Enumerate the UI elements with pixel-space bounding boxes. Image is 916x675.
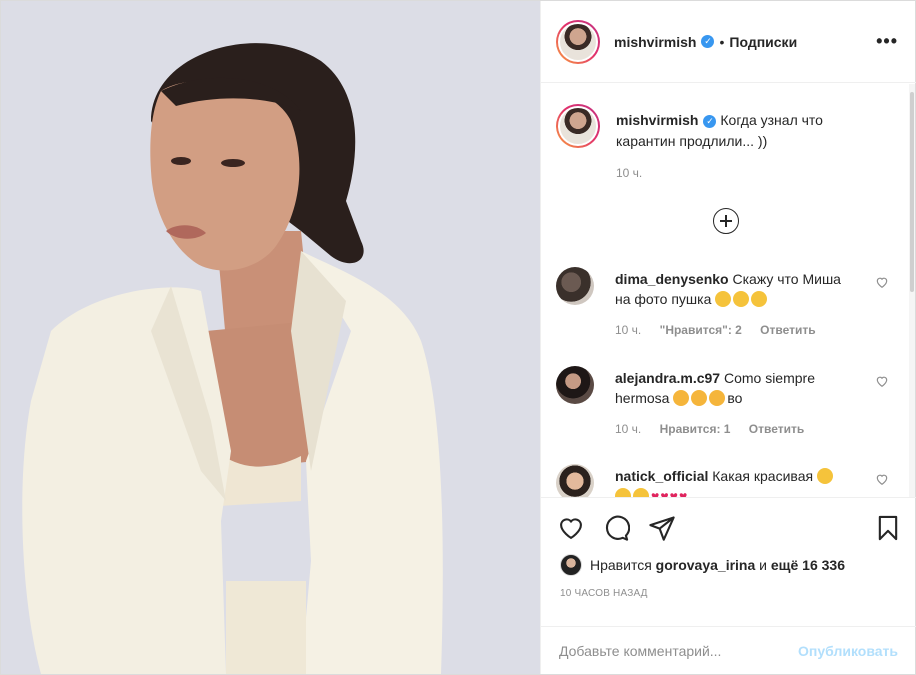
commenter-avatar[interactable] — [556, 464, 594, 497]
comment-likes[interactable]: "Нравится": 2 — [660, 323, 742, 337]
add-comment-bar: Опубликовать — [541, 626, 916, 674]
likes-summary: Нравится gorovaya_irina и ещё 16 336 — [560, 554, 845, 576]
more-options-icon[interactable]: ••• — [876, 32, 898, 50]
commenter-username[interactable]: natick_official — [615, 468, 708, 484]
heart-eyes-emoji-icon — [615, 488, 631, 497]
red-heart-icon: ♥ — [678, 488, 688, 497]
comment-input[interactable] — [559, 642, 799, 659]
comment-time[interactable]: 10 ч. — [615, 422, 641, 436]
commenter-avatar[interactable] — [556, 366, 594, 404]
comment-like-heart-icon[interactable] — [875, 374, 889, 388]
comment-like-heart-icon[interactable] — [875, 472, 889, 486]
posted-time[interactable]: 10 часов назад — [560, 588, 648, 599]
likes-conjunction: и — [759, 557, 767, 573]
post-side-panel: mishvirmish ✓ • Подписки ••• mishvirmish… — [540, 1, 916, 674]
reply-button[interactable]: Ответить — [749, 422, 804, 436]
comments-list[interactable]: mishvirmish ✓ Когда узнал что карантин пр… — [541, 84, 916, 497]
kissing-emoji-icon — [691, 390, 708, 406]
portrait-illustration — [1, 1, 540, 674]
kissing-emoji-icon — [673, 390, 690, 406]
verified-badge-icon: ✓ — [703, 114, 717, 128]
comment-text: alejandra.m.c97 Como siempre hermosa во — [615, 368, 845, 408]
caption-username[interactable]: mishvirmish — [616, 112, 698, 128]
red-heart-icon: ♥ — [651, 488, 660, 497]
scrollbar-thumb[interactable] — [910, 92, 914, 292]
publish-button[interactable]: Опубликовать — [798, 643, 898, 659]
heart-eyes-emoji-icon — [633, 488, 649, 497]
caption-avatar[interactable] — [556, 104, 600, 148]
author-username[interactable]: mishvirmish — [614, 34, 696, 50]
comment-likes[interactable]: Нравится: 1 — [660, 422, 731, 436]
reply-button[interactable]: Ответить — [760, 323, 815, 337]
comment-text: dima_denysenko Скажу что Миша на фото пу… — [615, 269, 845, 309]
caption-time[interactable]: 10 ч. — [616, 166, 642, 180]
neutral-emoji-icon — [751, 291, 768, 307]
post-photo[interactable] — [1, 1, 540, 674]
save-bookmark-icon[interactable] — [874, 514, 902, 542]
comment-time[interactable]: 10 ч. — [615, 323, 641, 337]
red-heart-icon: ♥ — [660, 488, 669, 497]
comment-like-heart-icon[interactable] — [875, 275, 889, 289]
likes-prefix: Нравится — [590, 557, 652, 573]
commenter-username[interactable]: alejandra.m.c97 — [615, 370, 720, 386]
follow-state-button[interactable]: Подписки — [729, 34, 797, 50]
caption-text: mishvirmish ✓ Когда узнал что карантин пр… — [616, 110, 876, 152]
liker-avatar[interactable] — [560, 554, 582, 576]
comment-body: Какая красивая — [712, 468, 814, 484]
comment-body-suffix: во — [727, 390, 743, 406]
instagram-post: mishvirmish ✓ • Подписки ••• mishvirmish… — [0, 0, 916, 675]
kissing-emoji-icon — [709, 390, 726, 406]
comment-text: natick_official Какая красивая ♥♥♥♥ — [615, 466, 845, 497]
separator-dot: • — [719, 33, 725, 50]
verified-badge-icon: ✓ — [701, 35, 715, 48]
winking-emoji-icon — [733, 291, 750, 307]
load-more-comments-icon[interactable] — [713, 208, 739, 234]
comment-meta: 10 ч. Нравится: 1 Ответить — [615, 422, 819, 436]
comments-scrollbar[interactable] — [909, 84, 915, 497]
heart-eyes-emoji-icon — [816, 468, 833, 484]
likes-count-button[interactable]: ещё 16 336 — [771, 557, 845, 573]
commenter-avatar[interactable] — [556, 267, 594, 305]
author-avatar[interactable] — [556, 19, 600, 64]
liker-username[interactable]: gorovaya_irina — [656, 557, 756, 573]
comment-bubble-icon[interactable] — [602, 514, 630, 542]
laughing-emoji-icon — [715, 291, 732, 307]
post-header: mishvirmish ✓ • Подписки ••• — [541, 1, 916, 83]
like-heart-icon[interactable] — [557, 514, 585, 542]
share-paper-plane-icon[interactable] — [648, 514, 676, 542]
commenter-username[interactable]: dima_denysenko — [615, 271, 729, 287]
red-heart-icon: ♥ — [669, 488, 678, 497]
comment-meta: 10 ч. "Нравится": 2 Ответить — [615, 323, 831, 337]
